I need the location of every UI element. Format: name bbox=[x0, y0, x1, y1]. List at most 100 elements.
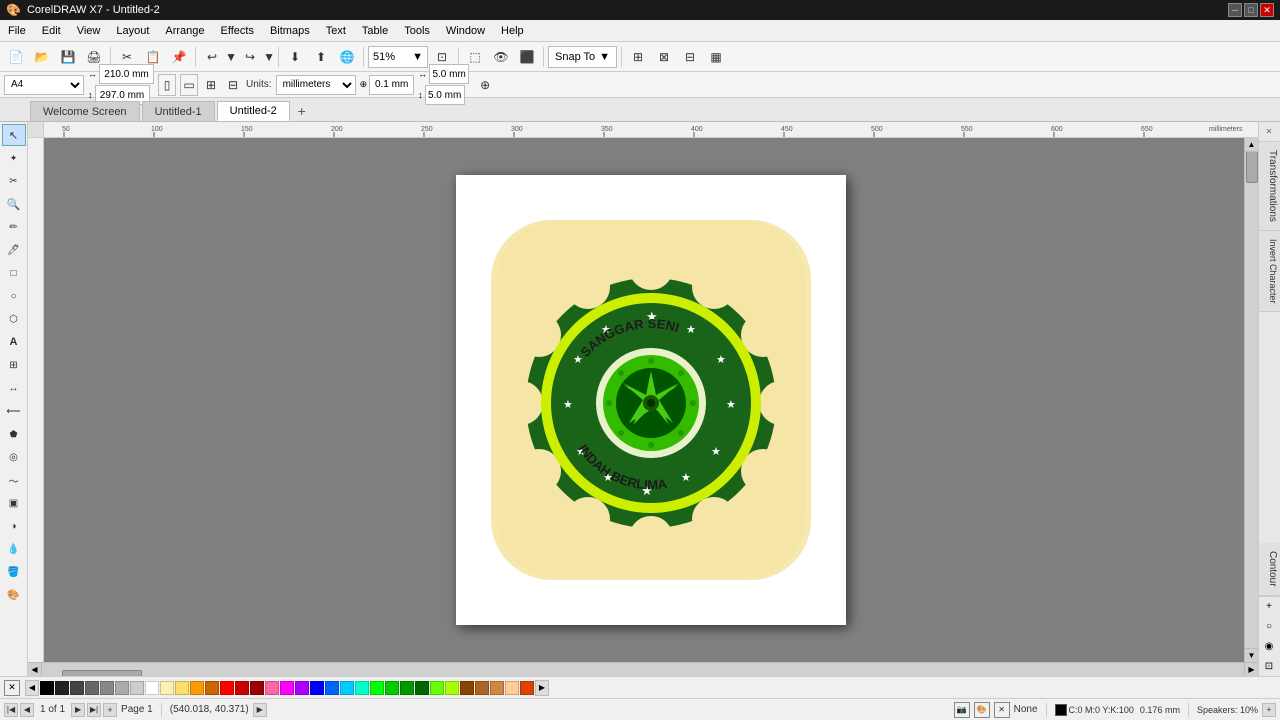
rp-icon-4[interactable]: ⊡ bbox=[1259, 656, 1279, 676]
menu-bitmaps[interactable]: Bitmaps bbox=[262, 20, 318, 41]
color-swatch-8[interactable] bbox=[175, 681, 189, 695]
color-swatch-cyan[interactable] bbox=[340, 681, 354, 695]
bleed-btn[interactable]: ⊟ bbox=[224, 73, 242, 97]
horizontal-scrollbar[interactable]: ◀ ▶ bbox=[28, 662, 1258, 676]
page-next-button[interactable]: ▶ bbox=[71, 703, 85, 717]
smartfill-tool[interactable]: 🎨 bbox=[2, 584, 26, 606]
tab-untitled2[interactable]: Untitled-2 bbox=[217, 101, 290, 121]
redo-button[interactable]: ↪ bbox=[238, 45, 262, 69]
new-button[interactable]: 📄 bbox=[4, 45, 28, 69]
color-swatch-9[interactable] bbox=[190, 681, 204, 695]
color-swatch-10[interactable] bbox=[205, 681, 219, 695]
contour-tool[interactable]: ◎ bbox=[2, 446, 26, 468]
table-tool[interactable]: ⊞ bbox=[2, 354, 26, 376]
color-swatch-teal[interactable] bbox=[355, 681, 369, 695]
color-swatch-red2[interactable] bbox=[235, 681, 249, 695]
color-swatch-green2[interactable] bbox=[385, 681, 399, 695]
palette-scroll-left[interactable]: ◀ bbox=[25, 680, 39, 696]
menu-arrange[interactable]: Arrange bbox=[157, 20, 212, 41]
color-swatch-red3[interactable] bbox=[250, 681, 264, 695]
blend-tool[interactable]: ⬟ bbox=[2, 423, 26, 445]
close-button[interactable]: ✕ bbox=[1260, 3, 1274, 17]
polygon-tool[interactable]: ⬡ bbox=[2, 308, 26, 330]
menu-effects[interactable]: Effects bbox=[213, 20, 262, 41]
tab-add-button[interactable]: + bbox=[292, 101, 312, 121]
color-swatch-blue2[interactable] bbox=[325, 681, 339, 695]
paste-button[interactable]: 📌 bbox=[167, 45, 191, 69]
color-swatch-green5[interactable] bbox=[430, 681, 444, 695]
scroll-down-button[interactable]: ▼ bbox=[1244, 648, 1258, 662]
units-select[interactable]: millimeters bbox=[276, 75, 356, 95]
color-swatch-6[interactable] bbox=[130, 681, 144, 695]
horizontal-scrollbar-thumb[interactable] bbox=[62, 670, 142, 677]
redo-dropdown[interactable]: ▼ bbox=[264, 45, 274, 69]
scroll-left-button[interactable]: ◀ bbox=[28, 663, 42, 677]
color-swatch-red1[interactable] bbox=[220, 681, 234, 695]
vertical-scrollbar[interactable] bbox=[1244, 138, 1258, 662]
page-first-button[interactable]: |◀ bbox=[4, 703, 18, 717]
tab-untitled1[interactable]: Untitled-1 bbox=[142, 101, 215, 121]
export-web-button[interactable]: 🌐 bbox=[335, 45, 359, 69]
scroll-up-button[interactable]: ▲ bbox=[1244, 138, 1258, 152]
outline-mode-btn[interactable]: ✕ bbox=[994, 702, 1010, 718]
menu-window[interactable]: Window bbox=[438, 20, 493, 41]
page-name-tab[interactable]: Page 1 bbox=[121, 704, 153, 715]
open-button[interactable]: 📂 bbox=[30, 45, 54, 69]
menu-table[interactable]: Table bbox=[354, 20, 396, 41]
zoom-plus-button[interactable]: + bbox=[1262, 703, 1276, 717]
page-add-button[interactable]: + bbox=[103, 703, 117, 717]
import-button[interactable]: ⬇ bbox=[283, 45, 307, 69]
zoom-tool[interactable]: 🔍 bbox=[2, 193, 26, 215]
menu-edit[interactable]: Edit bbox=[34, 20, 69, 41]
color-swatch-green6[interactable] bbox=[445, 681, 459, 695]
color-mode-btn[interactable]: 🎨 bbox=[974, 702, 990, 718]
rp-icon-2[interactable]: ○ bbox=[1259, 616, 1279, 636]
invert-char-panel[interactable]: Invert Character bbox=[1259, 231, 1280, 313]
page-last-button[interactable]: ▶| bbox=[87, 703, 101, 717]
tb-btn-5[interactable]: ⊠ bbox=[652, 45, 676, 69]
page-settings-btn[interactable]: ⊞ bbox=[202, 73, 220, 97]
color-swatch-pink[interactable] bbox=[265, 681, 279, 695]
color-swatch-13[interactable] bbox=[520, 681, 534, 695]
color-swatch-brown1[interactable] bbox=[460, 681, 474, 695]
artbrush-tool[interactable]: 🖊 bbox=[2, 239, 26, 261]
color-swatch-green1[interactable] bbox=[370, 681, 384, 695]
coloreyedrop-tool[interactable]: 💧 bbox=[2, 538, 26, 560]
color-swatch-7[interactable] bbox=[160, 681, 174, 695]
transparency-tool[interactable]: ◑ bbox=[2, 515, 26, 537]
tab-welcome[interactable]: Welcome Screen bbox=[30, 101, 140, 121]
color-swatch-white[interactable] bbox=[145, 681, 159, 695]
shadow-tool[interactable]: ▣ bbox=[2, 492, 26, 514]
dupe-y-input[interactable] bbox=[425, 85, 465, 105]
snap-dropdown[interactable]: Snap To ▼ bbox=[548, 46, 617, 68]
color-swatch-12[interactable] bbox=[295, 681, 309, 695]
export-button[interactable]: ⬆ bbox=[309, 45, 333, 69]
tb-btn-2[interactable]: 👁 bbox=[489, 45, 513, 69]
text-tool[interactable]: A bbox=[2, 331, 26, 353]
color-swatch-11[interactable] bbox=[280, 681, 294, 695]
portrait-btn[interactable]: ▯ bbox=[158, 74, 176, 96]
rp-icon-3[interactable]: ◉ bbox=[1259, 636, 1279, 656]
tb-btn-7[interactable]: ▦ bbox=[704, 45, 728, 69]
freehand-tool[interactable]: ✏ bbox=[2, 216, 26, 238]
color-swatch-brown3[interactable] bbox=[490, 681, 504, 695]
color-swatch-2[interactable] bbox=[70, 681, 84, 695]
page-width-input[interactable] bbox=[99, 64, 154, 84]
color-swatch-4[interactable] bbox=[100, 681, 114, 695]
color-swatch-brown2[interactable] bbox=[475, 681, 489, 695]
connector-tool[interactable]: ⟵ bbox=[2, 400, 26, 422]
menu-view[interactable]: View bbox=[69, 20, 109, 41]
rect-tool[interactable]: □ bbox=[2, 262, 26, 284]
color-swatch-3[interactable] bbox=[85, 681, 99, 695]
undo-dropdown[interactable]: ▼ bbox=[226, 45, 236, 69]
color-swatch-green4[interactable] bbox=[415, 681, 429, 695]
tb-btn-4[interactable]: ⊞ bbox=[626, 45, 650, 69]
snap-indicator[interactable]: 📷 bbox=[954, 702, 970, 718]
more-settings-btn[interactable]: ⊕ bbox=[473, 73, 497, 97]
save-button[interactable]: 💾 bbox=[56, 45, 80, 69]
undo-button[interactable]: ↩ bbox=[200, 45, 224, 69]
color-swatch-5[interactable] bbox=[115, 681, 129, 695]
menu-help[interactable]: Help bbox=[493, 20, 532, 41]
palette-scroll-right[interactable]: ▶ bbox=[535, 680, 549, 696]
landscape-btn[interactable]: ▭ bbox=[180, 74, 198, 96]
